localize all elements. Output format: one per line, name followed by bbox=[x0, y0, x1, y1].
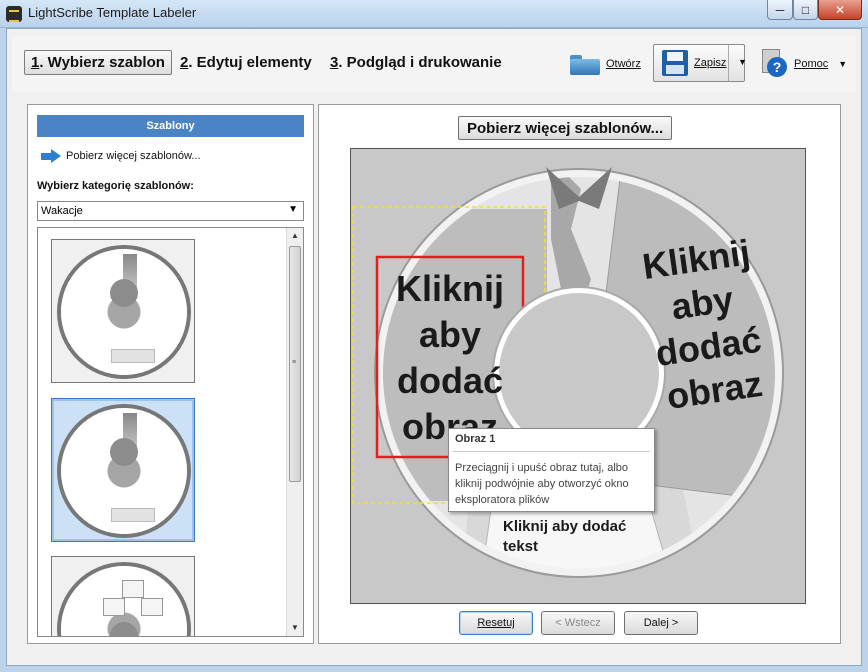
text-placeholder-line-2[interactable]: tekst bbox=[503, 538, 538, 555]
preview-panel: Pobierz więcej szablonów... Kliknij aby … bbox=[318, 104, 841, 644]
tape-strip bbox=[111, 508, 155, 522]
templates-header: Szablony bbox=[37, 115, 304, 137]
chevron-down-icon: ▼ bbox=[288, 204, 298, 215]
save-button[interactable]: Zapisz ▼ bbox=[653, 44, 747, 82]
help-button[interactable]: Pomoc ▼ bbox=[758, 48, 847, 80]
scroll-thumb[interactable]: ≡ bbox=[289, 246, 301, 482]
photo-block bbox=[122, 580, 144, 598]
next-button[interactable]: Dalej > bbox=[624, 611, 698, 635]
left-placeholder-line-3: dodać bbox=[397, 360, 503, 401]
label-canvas: Kliknij aby dodać obraz Kliknij aby doda… bbox=[350, 148, 806, 604]
template-thumbnail-list: ▲ ≡ ▼ bbox=[37, 227, 304, 637]
template-thumbnail-2-selected[interactable] bbox=[51, 398, 195, 542]
right-placeholder-line-2: aby bbox=[669, 278, 736, 327]
photo-block bbox=[103, 598, 125, 616]
save-dropdown-arrow-icon[interactable]: ▼ bbox=[738, 57, 747, 67]
ribbon-strip bbox=[123, 413, 137, 455]
tooltip-body: Przeciągnij i upuść obraz tutaj, albo kl… bbox=[455, 462, 629, 506]
scroll-up-icon[interactable]: ▲ bbox=[287, 228, 303, 244]
category-dropdown[interactable]: Wakacje ▼ bbox=[37, 201, 304, 221]
left-placeholder-line-2: aby bbox=[419, 314, 481, 355]
back-button[interactable]: < Wstecz bbox=[541, 611, 615, 635]
window-title: LightScribe Template Labeler bbox=[28, 5, 197, 20]
ribbon-strip bbox=[123, 254, 137, 296]
maximize-button[interactable]: □ bbox=[793, 0, 818, 20]
reset-label: Resetuj bbox=[477, 617, 515, 629]
reset-button[interactable]: Resetuj bbox=[459, 611, 533, 635]
help-label: Pomoc bbox=[794, 58, 829, 70]
toolbar: 1. Wybierz szablon 2. Edytuj elementy 3.… bbox=[12, 36, 856, 92]
more-templates-link[interactable]: Pobierz więcej szablonów... bbox=[41, 149, 201, 163]
tooltip-title: Obraz 1 bbox=[455, 433, 496, 445]
disc-label-preview: Kliknij aby dodać obraz Kliknij aby doda… bbox=[352, 167, 784, 578]
help-dropdown-arrow-icon[interactable]: ▼ bbox=[838, 59, 847, 69]
lightscribe-app-icon bbox=[6, 6, 22, 22]
step-3-tab[interactable]: 3. Podgląd i drukowanie bbox=[330, 54, 502, 71]
text-placeholder-line-1[interactable]: Kliknij aby dodać bbox=[503, 518, 626, 535]
open-button[interactable]: Otwórz bbox=[570, 48, 641, 80]
disc-preview bbox=[61, 566, 187, 636]
open-label: Otwórz bbox=[606, 58, 641, 70]
arrow-right-icon bbox=[41, 149, 61, 163]
more-templates-button[interactable]: Pobierz więcej szablonów... bbox=[458, 116, 673, 140]
tooltip-divider bbox=[453, 451, 650, 452]
save-label: Zapisz bbox=[694, 57, 727, 69]
image-tooltip: Obraz 1 Przeciągnij i upuść obraz tutaj,… bbox=[448, 428, 655, 512]
step-1-tab[interactable]: 1. Wybierz szablon bbox=[24, 50, 172, 75]
disc-preview bbox=[61, 249, 187, 375]
step-2-tab[interactable]: 2. Edytuj elementy bbox=[180, 54, 312, 71]
help-icon bbox=[758, 49, 788, 79]
close-button[interactable]: ✕ bbox=[818, 0, 862, 20]
photo-blocks bbox=[103, 580, 163, 620]
minimize-button[interactable]: ─ bbox=[767, 0, 793, 20]
step-3-label: . Podgląd i drukowanie bbox=[338, 54, 502, 71]
more-templates-label: Pobierz więcej szablonów... bbox=[66, 150, 201, 162]
category-label: Wybierz kategorię szablonów: bbox=[37, 180, 194, 192]
floppy-disk-icon bbox=[662, 50, 688, 76]
scroll-down-icon[interactable]: ▼ bbox=[287, 620, 303, 636]
category-value: Wakacje bbox=[41, 205, 83, 217]
tape-strip bbox=[111, 349, 155, 363]
template-thumbnail-3[interactable] bbox=[51, 556, 195, 636]
step-2-label: . Edytuj elementy bbox=[188, 54, 312, 71]
scroll-grip-icon: ≡ bbox=[292, 359, 297, 366]
thumbnail-scrollbar[interactable]: ▲ ≡ ▼ bbox=[286, 228, 303, 636]
left-placeholder-line-1: Kliknij bbox=[396, 268, 504, 309]
templates-panel: Szablony Pobierz więcej szablonów... Wyb… bbox=[27, 104, 314, 644]
title-bar: LightScribe Template Labeler ─ □ ✕ bbox=[0, 0, 868, 28]
step-1-label: . Wybierz szablon bbox=[39, 54, 165, 71]
save-split-divider bbox=[728, 45, 729, 81]
template-thumbnail-1[interactable] bbox=[51, 239, 195, 383]
disc-preview bbox=[61, 408, 187, 534]
photo-block bbox=[141, 598, 163, 616]
folder-icon bbox=[570, 52, 600, 76]
